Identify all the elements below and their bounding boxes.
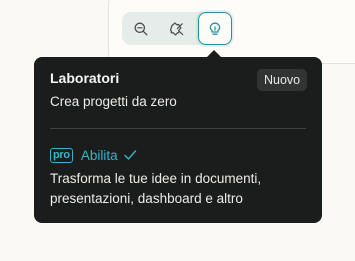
puzzle-button[interactable] <box>160 12 194 45</box>
puzzle-icon <box>169 21 184 36</box>
enable-label[interactable]: Abilita <box>81 148 118 163</box>
zoom-search-icon <box>134 22 148 35</box>
lightbulb-icon <box>209 22 221 35</box>
mode-icon-bar <box>122 12 232 45</box>
tooltip-description: Trasforma le tue idee in documenti, pres… <box>50 171 262 206</box>
enable-pro-row[interactable]: pro Abilita <box>50 147 137 163</box>
pro-badge: pro <box>50 147 73 163</box>
tooltip-divider <box>50 128 306 129</box>
tooltip-title: Laboratori <box>50 70 120 86</box>
lightbulb-button[interactable] <box>198 12 232 45</box>
labs-tooltip: Laboratori Nuovo Crea progetti da zero p… <box>34 57 322 223</box>
tooltip-subtitle: Crea progetti da zero <box>50 94 177 109</box>
check-icon <box>123 150 136 160</box>
new-badge: Nuovo <box>257 69 308 91</box>
zoom-search-button[interactable] <box>124 12 158 45</box>
